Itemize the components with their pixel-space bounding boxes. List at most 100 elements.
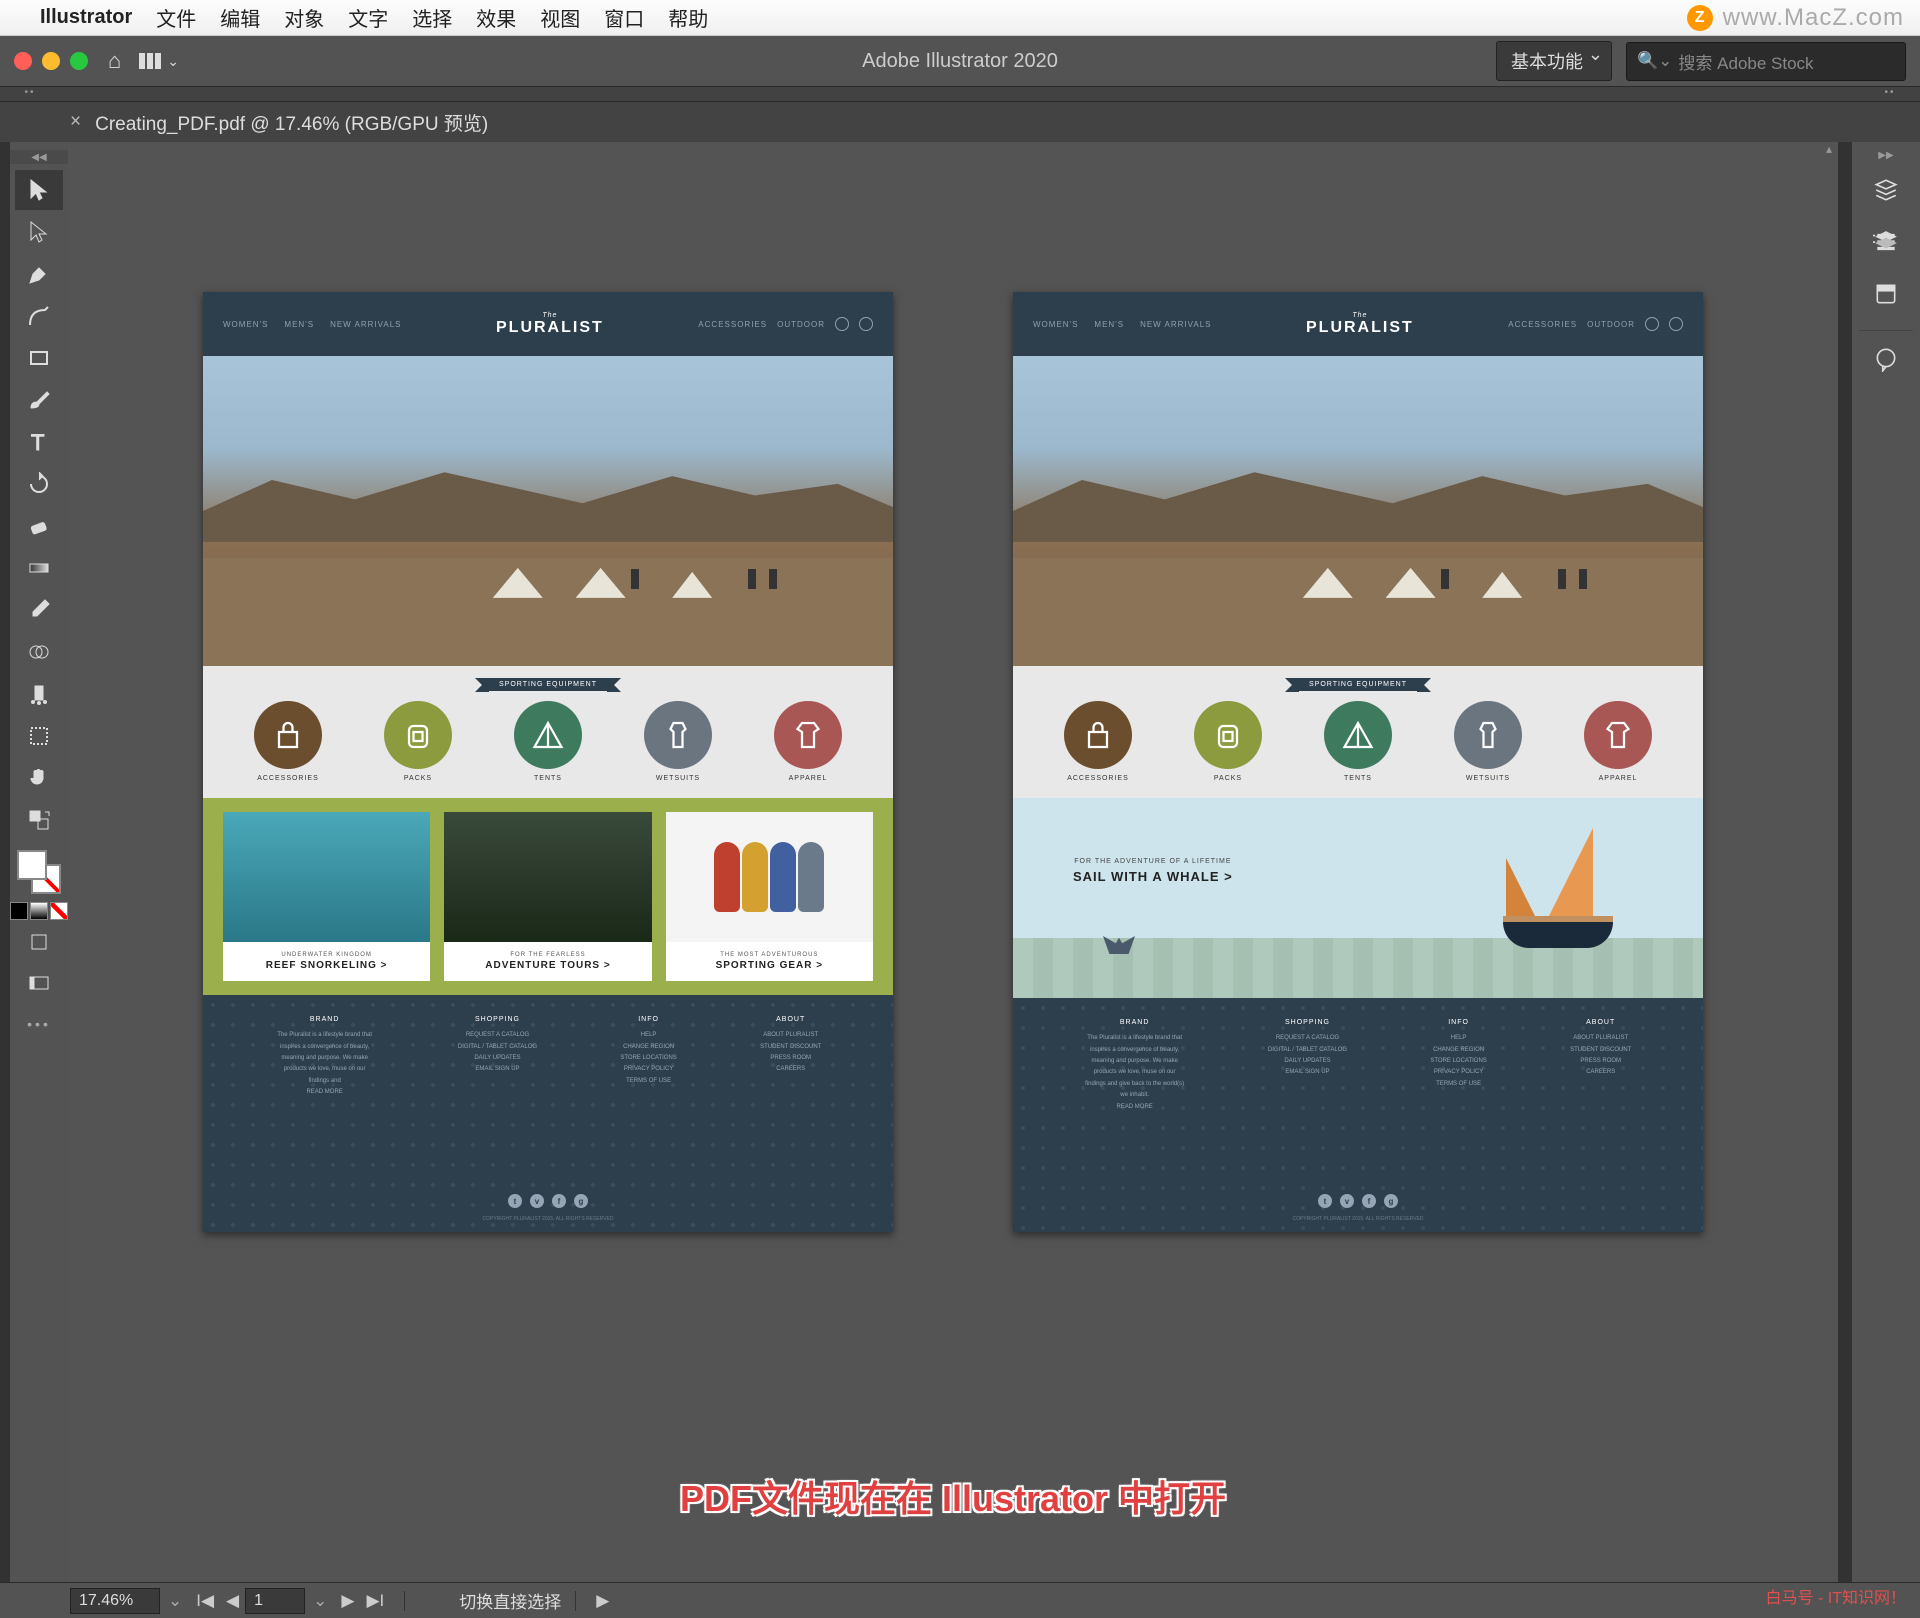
macos-menubar: Illustrator 文件 编辑 对象 文字 选择 效果 视图 窗口 帮助 Z… bbox=[0, 0, 1920, 36]
pen-tool[interactable] bbox=[15, 254, 63, 294]
status-bar: ⌄ I◀ ◀ ⌄ ▶ ▶I 切换直接选择 ▶ bbox=[0, 1582, 1920, 1618]
mockup-nav-accessories: ACCESSORIES bbox=[698, 320, 767, 329]
control-bar: •• •• bbox=[0, 86, 1920, 102]
adventure-image bbox=[444, 812, 651, 942]
vimeo-icon: v bbox=[530, 1194, 544, 1208]
eyedropper-tool[interactable] bbox=[15, 590, 63, 630]
color-mode-color[interactable] bbox=[10, 902, 28, 920]
artboard-2: WOMEN'S MEN'S NEW ARRIVALS ThePLURALIST … bbox=[1013, 292, 1703, 1232]
eraser-tool[interactable] bbox=[15, 506, 63, 546]
mockup-features: UNDERWATER KINGDOMREEF SNORKELING > FOR … bbox=[203, 798, 893, 995]
cart-icon bbox=[835, 317, 849, 331]
menu-file[interactable]: 文件 bbox=[156, 3, 196, 32]
adobe-stock-search[interactable]: 🔍⌄ 搜索 Adobe Stock bbox=[1626, 42, 1906, 81]
control-bar-collapse-left[interactable]: •• bbox=[0, 87, 60, 101]
menu-window[interactable]: 窗口 bbox=[604, 3, 644, 32]
edit-toolbar-button[interactable]: ••• bbox=[27, 1016, 51, 1032]
comments-panel-icon[interactable] bbox=[1864, 337, 1908, 381]
window-controls bbox=[14, 52, 88, 70]
draw-mode-button[interactable] bbox=[15, 922, 63, 962]
packs-icon bbox=[384, 701, 452, 769]
symbol-sprayer-tool[interactable] bbox=[15, 674, 63, 714]
mockup-sail-feature: FOR THE ADVENTURE OF A LIFETIME SAIL WIT… bbox=[1013, 798, 1703, 998]
menu-select[interactable]: 选择 bbox=[412, 3, 452, 32]
fill-swatch[interactable] bbox=[17, 850, 47, 880]
canvas[interactable]: ▴ WOMEN'S MEN'S NEW ARRIVALS The PLURALI… bbox=[68, 142, 1838, 1582]
home-icon[interactable]: ⌂ bbox=[108, 48, 121, 74]
apparel-icon bbox=[774, 701, 842, 769]
mockup-nav-outdoor: OUTDOOR bbox=[777, 320, 825, 329]
last-artboard-button[interactable]: ▶I bbox=[360, 1591, 390, 1611]
mockup-nav-new: NEW ARRIVALS bbox=[330, 320, 401, 329]
screen-mode-button[interactable] bbox=[15, 964, 63, 1004]
color-mode-none[interactable] bbox=[50, 902, 68, 920]
layers-panel-icon[interactable] bbox=[1864, 220, 1908, 264]
arrange-documents-button[interactable]: ⌄ bbox=[139, 53, 179, 70]
document-tab-bar: × Creating_PDF.pdf @ 17.46% (RGB/GPU 预览) bbox=[0, 102, 1920, 142]
artboard-number-input[interactable] bbox=[245, 1588, 305, 1614]
selection-tool[interactable] bbox=[15, 170, 63, 210]
status-menu-button[interactable]: ▶ bbox=[590, 1591, 615, 1611]
cart-icon bbox=[1645, 317, 1659, 331]
menu-view[interactable]: 视图 bbox=[540, 3, 580, 32]
app-menu[interactable]: Illustrator bbox=[40, 6, 132, 29]
properties-panel-icon[interactable] bbox=[1864, 168, 1908, 212]
first-artboard-button[interactable]: I◀ bbox=[190, 1591, 220, 1611]
google-icon: g bbox=[574, 1194, 588, 1208]
mockup-nav-womens: WOMEN'S bbox=[223, 320, 268, 329]
hand-tool[interactable] bbox=[15, 758, 63, 798]
menu-type[interactable]: 文字 bbox=[348, 3, 388, 32]
wetsuits-icon bbox=[1454, 701, 1522, 769]
direct-selection-tool[interactable] bbox=[15, 212, 63, 252]
menu-help[interactable]: 帮助 bbox=[668, 3, 708, 32]
workspace-switcher[interactable]: 基本功能 bbox=[1496, 41, 1612, 81]
mockup-logo: The PLURALIST bbox=[496, 312, 604, 337]
fill-stroke-swap[interactable] bbox=[15, 800, 63, 840]
color-mode-gradient[interactable] bbox=[30, 902, 48, 920]
svg-text:T: T bbox=[31, 430, 44, 454]
shape-builder-tool[interactable] bbox=[15, 632, 63, 672]
close-window-button[interactable] bbox=[14, 52, 32, 70]
artboard-tool[interactable] bbox=[15, 716, 63, 756]
artboard-dropdown-icon[interactable]: ⌄ bbox=[305, 1591, 335, 1611]
rectangle-tool[interactable] bbox=[15, 338, 63, 378]
twitter-icon: t bbox=[508, 1194, 522, 1208]
toolbox: ◀◀ T ••• bbox=[10, 142, 68, 1582]
menu-edit[interactable]: 编辑 bbox=[220, 3, 260, 32]
close-tab-icon[interactable]: × bbox=[70, 111, 81, 133]
packs-icon bbox=[1194, 701, 1262, 769]
search-icon bbox=[1669, 317, 1683, 331]
facebook-icon: f bbox=[552, 1194, 566, 1208]
document-tab[interactable]: × Creating_PDF.pdf @ 17.46% (RGB/GPU 预览) bbox=[70, 109, 488, 136]
gradient-tool[interactable] bbox=[15, 548, 63, 588]
search-icon bbox=[859, 317, 873, 331]
toolbox-collapse-button[interactable]: ◀◀ bbox=[10, 150, 68, 164]
next-artboard-button[interactable]: ▶ bbox=[335, 1591, 360, 1611]
prev-artboard-button[interactable]: ◀ bbox=[220, 1591, 245, 1611]
mockup-categories: SPORTING EQUIPMENT ACCESSORIES PACKS TEN… bbox=[203, 666, 893, 798]
maximize-window-button[interactable] bbox=[70, 52, 88, 70]
libraries-panel-icon[interactable] bbox=[1864, 272, 1908, 316]
apparel-icon bbox=[1584, 701, 1652, 769]
zoom-input[interactable] bbox=[70, 1588, 160, 1614]
zoom-dropdown-icon[interactable]: ⌄ bbox=[160, 1591, 190, 1611]
watermark-text: www.MacZ.com bbox=[1723, 4, 1904, 32]
search-icon: 🔍⌄ bbox=[1637, 51, 1672, 71]
minimize-window-button[interactable] bbox=[42, 52, 60, 70]
accessories-icon bbox=[1064, 701, 1132, 769]
menu-effect[interactable]: 效果 bbox=[476, 3, 516, 32]
rotate-tool[interactable] bbox=[15, 464, 63, 504]
menu-object[interactable]: 对象 bbox=[284, 3, 324, 32]
control-bar-collapse-right[interactable]: •• bbox=[1860, 87, 1920, 101]
mockup-nav-mens: MEN'S bbox=[284, 320, 314, 329]
type-tool[interactable]: T bbox=[15, 422, 63, 462]
fill-stroke-swatches[interactable] bbox=[17, 850, 61, 894]
panel-collapse-button[interactable]: ▶▶ bbox=[1852, 148, 1920, 162]
curvature-tool[interactable] bbox=[15, 296, 63, 336]
scroll-up-icon[interactable]: ▴ bbox=[1820, 142, 1838, 160]
z-badge-icon: Z bbox=[1687, 5, 1713, 31]
paintbrush-tool[interactable] bbox=[15, 380, 63, 420]
app-titlebar: ⌂ ⌄ Adobe Illustrator 2020 基本功能 🔍⌄ 搜索 Ad… bbox=[0, 36, 1920, 86]
mockup-footer: BRANDThe Pluralist is a lifestyle brand … bbox=[203, 995, 893, 1232]
mockup-header: WOMEN'S MEN'S NEW ARRIVALS The PLURALIST… bbox=[203, 292, 893, 356]
